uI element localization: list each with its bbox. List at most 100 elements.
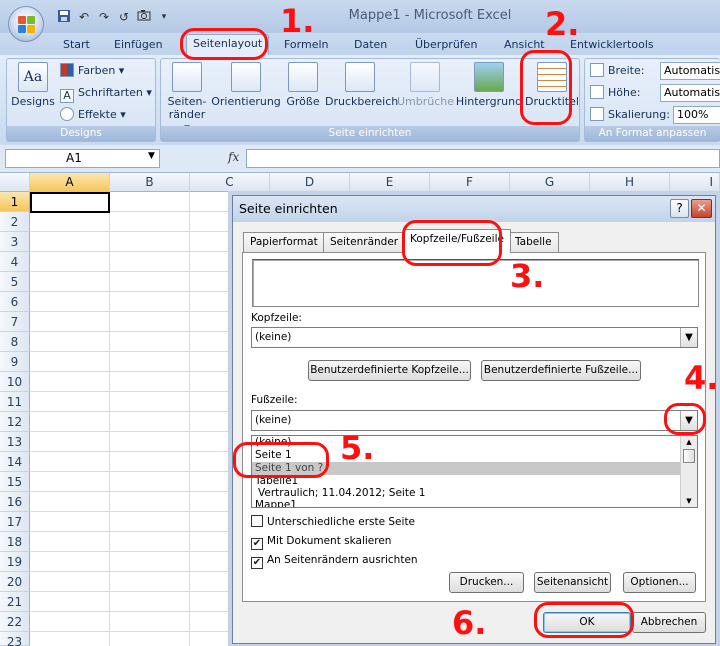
name-box[interactable]: A1 xyxy=(5,149,160,168)
row-header[interactable]: 6 xyxy=(0,292,30,312)
row-header[interactable]: 10 xyxy=(0,372,30,392)
column-header[interactable]: D xyxy=(270,173,350,192)
custom-header-button[interactable]: Benutzerdefinierte Kopfzeile... xyxy=(308,360,471,381)
scroll-down-icon[interactable]: ▼ xyxy=(681,495,697,507)
qat-customize-icon[interactable]: ▾ xyxy=(156,9,172,25)
tab-einfuegen[interactable]: Einfügen xyxy=(108,36,169,54)
help-icon[interactable]: ? xyxy=(670,199,689,218)
row-header[interactable]: 23 xyxy=(0,632,30,646)
column-header[interactable]: I xyxy=(670,173,720,192)
select-all-corner[interactable] xyxy=(0,173,30,192)
scroll-thumb[interactable] xyxy=(683,449,695,463)
fusszeile-select[interactable]: (keine) ▼ xyxy=(251,410,698,431)
list-scrollbar[interactable]: ▲ ▼ xyxy=(680,436,697,507)
row-header[interactable]: 3 xyxy=(0,232,30,252)
seitenraender-button[interactable]: Seiten- ränder ▾ xyxy=(165,62,209,134)
row-header[interactable]: 13 xyxy=(0,432,30,452)
checkbox-first-page[interactable]: Unterschiedliche erste Seite xyxy=(251,515,415,529)
row-header[interactable]: 5 xyxy=(0,272,30,292)
effekte-button[interactable]: Effekte ▾ xyxy=(60,106,126,124)
orientierung-button[interactable]: Orientierung xyxy=(211,62,281,108)
row-header[interactable]: 19 xyxy=(0,552,30,572)
options-button[interactable]: Optionen... xyxy=(623,572,696,593)
insert-function-icon[interactable]: fx xyxy=(228,150,239,164)
farben-button[interactable]: Farben ▾ xyxy=(60,62,124,80)
row-header[interactable]: 8 xyxy=(0,332,30,352)
ok-button[interactable]: OK xyxy=(543,612,631,633)
row-header[interactable]: 22 xyxy=(0,612,30,632)
column-header[interactable]: H xyxy=(590,173,670,192)
breite-input[interactable]: Automatisch xyxy=(660,62,720,80)
cancel-button[interactable]: Abbrechen xyxy=(632,612,706,633)
formula-input[interactable] xyxy=(246,149,720,168)
row-header[interactable]: 20 xyxy=(0,572,30,592)
umbrueche-button[interactable]: Umbrüche xyxy=(397,62,454,108)
save-icon[interactable] xyxy=(56,9,72,25)
list-item[interactable]: Seite 1 xyxy=(252,449,680,462)
designs-button[interactable]: Aa Designs xyxy=(10,62,56,108)
row-header[interactable]: 15 xyxy=(0,472,30,492)
tab-formeln[interactable]: Formeln xyxy=(278,36,335,54)
skalierung-input[interactable]: 100% xyxy=(673,106,720,124)
tab-kopfzeile-fusszeile[interactable]: Kopfzeile/Fußzeile xyxy=(403,229,511,253)
print-preview-button[interactable]: Seitenansicht xyxy=(534,572,611,593)
column-header[interactable]: B xyxy=(110,173,190,192)
scroll-up-icon[interactable]: ▲ xyxy=(681,436,697,448)
tab-daten[interactable]: Daten xyxy=(348,36,393,54)
hoehe-text: Höhe: xyxy=(608,86,641,99)
print-button[interactable]: Drucken... xyxy=(449,572,524,593)
hoehe-input[interactable]: Automatisch xyxy=(660,84,720,102)
list-item[interactable]: (keine) xyxy=(252,436,680,449)
column-header[interactable]: F xyxy=(430,173,510,192)
active-cell-a1[interactable] xyxy=(30,192,110,213)
tab-start[interactable]: Start xyxy=(57,36,96,54)
column-header[interactable]: E xyxy=(350,173,430,192)
list-item-selected[interactable]: Seite 1 von ? xyxy=(252,462,680,475)
tab-papierformat[interactable]: Papierformat xyxy=(243,232,325,252)
column-header[interactable]: C xyxy=(190,173,270,192)
schriftarten-button[interactable]: A Schriftarten ▾ xyxy=(60,84,152,103)
hintergrund-button[interactable]: Hintergrund xyxy=(455,62,523,108)
tab-seitenlayout[interactable]: Seitenlayout xyxy=(186,34,270,55)
undo-icon[interactable]: ↶ xyxy=(76,9,92,25)
checkbox-scale[interactable]: ✔ Mit Dokument skalieren xyxy=(251,534,391,550)
row-header[interactable]: 4 xyxy=(0,252,30,272)
checkbox-align[interactable]: ✔ An Seitenrändern ausrichten xyxy=(251,553,418,569)
chevron-down-icon[interactable]: ▼ xyxy=(680,328,697,347)
chevron-down-icon[interactable]: ▼ xyxy=(680,411,697,430)
tab-seitenraender[interactable]: Seitenränder xyxy=(323,232,406,252)
name-box-dropdown-icon[interactable]: ▼ xyxy=(148,151,155,161)
row-header[interactable]: 7 xyxy=(0,312,30,332)
kopfzeile-select[interactable]: (keine) ▼ xyxy=(251,327,698,348)
tab-ansicht[interactable]: Ansicht xyxy=(498,36,551,54)
close-icon[interactable]: ✕ xyxy=(691,199,712,218)
row-header[interactable]: 9 xyxy=(0,352,30,372)
checkbox-box[interactable] xyxy=(251,515,263,527)
row-header[interactable]: 1 xyxy=(0,192,30,212)
orientierung-label: Orientierung xyxy=(211,95,281,108)
tab-entwicklertools[interactable]: Entwicklertools xyxy=(564,36,660,54)
groesse-button[interactable]: Größe xyxy=(283,62,323,108)
row-header[interactable]: 2 xyxy=(0,212,30,232)
refresh-icon[interactable]: ↺ xyxy=(116,9,132,25)
camera-icon[interactable] xyxy=(136,9,152,25)
row-header[interactable]: 11 xyxy=(0,392,30,412)
custom-footer-button[interactable]: Benutzerdefinierte Fußzeile... xyxy=(481,360,641,381)
checkmark-icon[interactable]: ✔ xyxy=(251,557,263,569)
checkmark-icon[interactable]: ✔ xyxy=(251,538,263,550)
row-header[interactable]: 16 xyxy=(0,492,30,512)
row-header[interactable]: 18 xyxy=(0,532,30,552)
druckbereich-button[interactable]: Druckbereich xyxy=(325,62,398,108)
tab-tabelle[interactable]: Tabelle xyxy=(508,232,559,252)
office-button[interactable] xyxy=(8,6,44,42)
row-header[interactable]: 14 xyxy=(0,452,30,472)
row-header[interactable]: 21 xyxy=(0,592,30,612)
row-header[interactable]: 12 xyxy=(0,412,30,432)
redo-icon[interactable]: ↷ xyxy=(96,9,112,25)
tab-ueberpruefen[interactable]: Überprüfen xyxy=(409,36,483,54)
list-item[interactable]: Mappe1 xyxy=(252,499,680,507)
column-header[interactable]: G xyxy=(510,173,590,192)
drucktitel-button[interactable]: Drucktitel xyxy=(525,62,579,108)
column-header[interactable]: A xyxy=(30,173,110,192)
row-header[interactable]: 17 xyxy=(0,512,30,532)
